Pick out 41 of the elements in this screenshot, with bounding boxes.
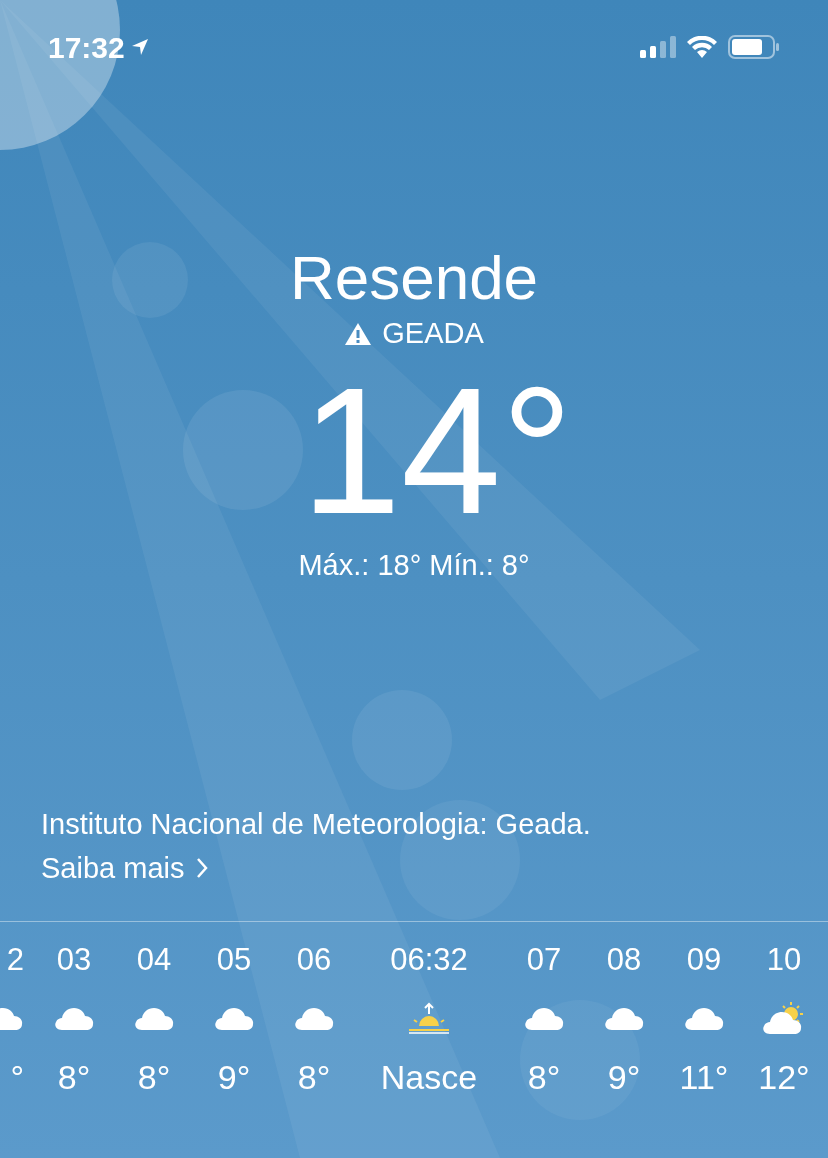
hour-temperature: 8° <box>527 1057 561 1098</box>
cloud-icon <box>53 1005 95 1031</box>
alert-notice: Instituto Nacional de Meteorologia: Geada. <box>41 807 592 842</box>
hour-temperature: 9° <box>607 1057 641 1098</box>
hour-temperature: 11° <box>679 1057 729 1098</box>
cloud-icon <box>293 1005 335 1031</box>
cloud-icon <box>683 1005 725 1031</box>
hour-label: 10 <box>766 941 802 979</box>
alert-label: GEADA <box>382 316 484 351</box>
hour-label: 06 <box>296 941 332 979</box>
current-temperature: 14° <box>300 355 574 546</box>
hour-temperature: 8° <box>137 1057 171 1098</box>
hour-label: 09 <box>686 941 722 979</box>
signal-icon <box>640 36 676 58</box>
cloud-icon <box>603 1005 645 1031</box>
hour-label: 05 <box>216 941 252 979</box>
hour-temperature: ° <box>10 1057 24 1098</box>
city-name: Resende <box>289 242 539 314</box>
cloud-icon <box>213 1005 255 1031</box>
sunrise-icon <box>406 1002 452 1034</box>
hour-label: 08 <box>606 941 642 979</box>
location-arrow-icon <box>130 38 149 56</box>
cloud-icon <box>133 1005 175 1031</box>
hour-label: 07 <box>526 941 562 979</box>
learn-more-link[interactable]: Saiba mais <box>41 849 787 887</box>
cloud-icon <box>523 1005 565 1031</box>
hour-temperature: 9° <box>217 1057 251 1098</box>
hour-label: 2 <box>6 941 24 979</box>
hour-label: 04 <box>136 941 172 979</box>
clock-time: 17:32 <box>48 29 125 66</box>
hour-label: 03 <box>56 941 92 979</box>
warning-icon <box>344 321 373 346</box>
hour-temperature: 12° <box>758 1057 810 1098</box>
hour-temperature: Nasce <box>380 1057 478 1098</box>
chevron-right-icon <box>196 857 209 879</box>
hour-temperature: 8° <box>297 1057 331 1098</box>
high-low-temperature: Máx.: 18° Mín.: 8° <box>298 547 530 583</box>
hour-temperature: 8° <box>57 1057 91 1098</box>
battery-icon <box>728 35 780 59</box>
wifi-icon <box>686 36 718 58</box>
hour-label: 06:32 <box>390 941 468 979</box>
